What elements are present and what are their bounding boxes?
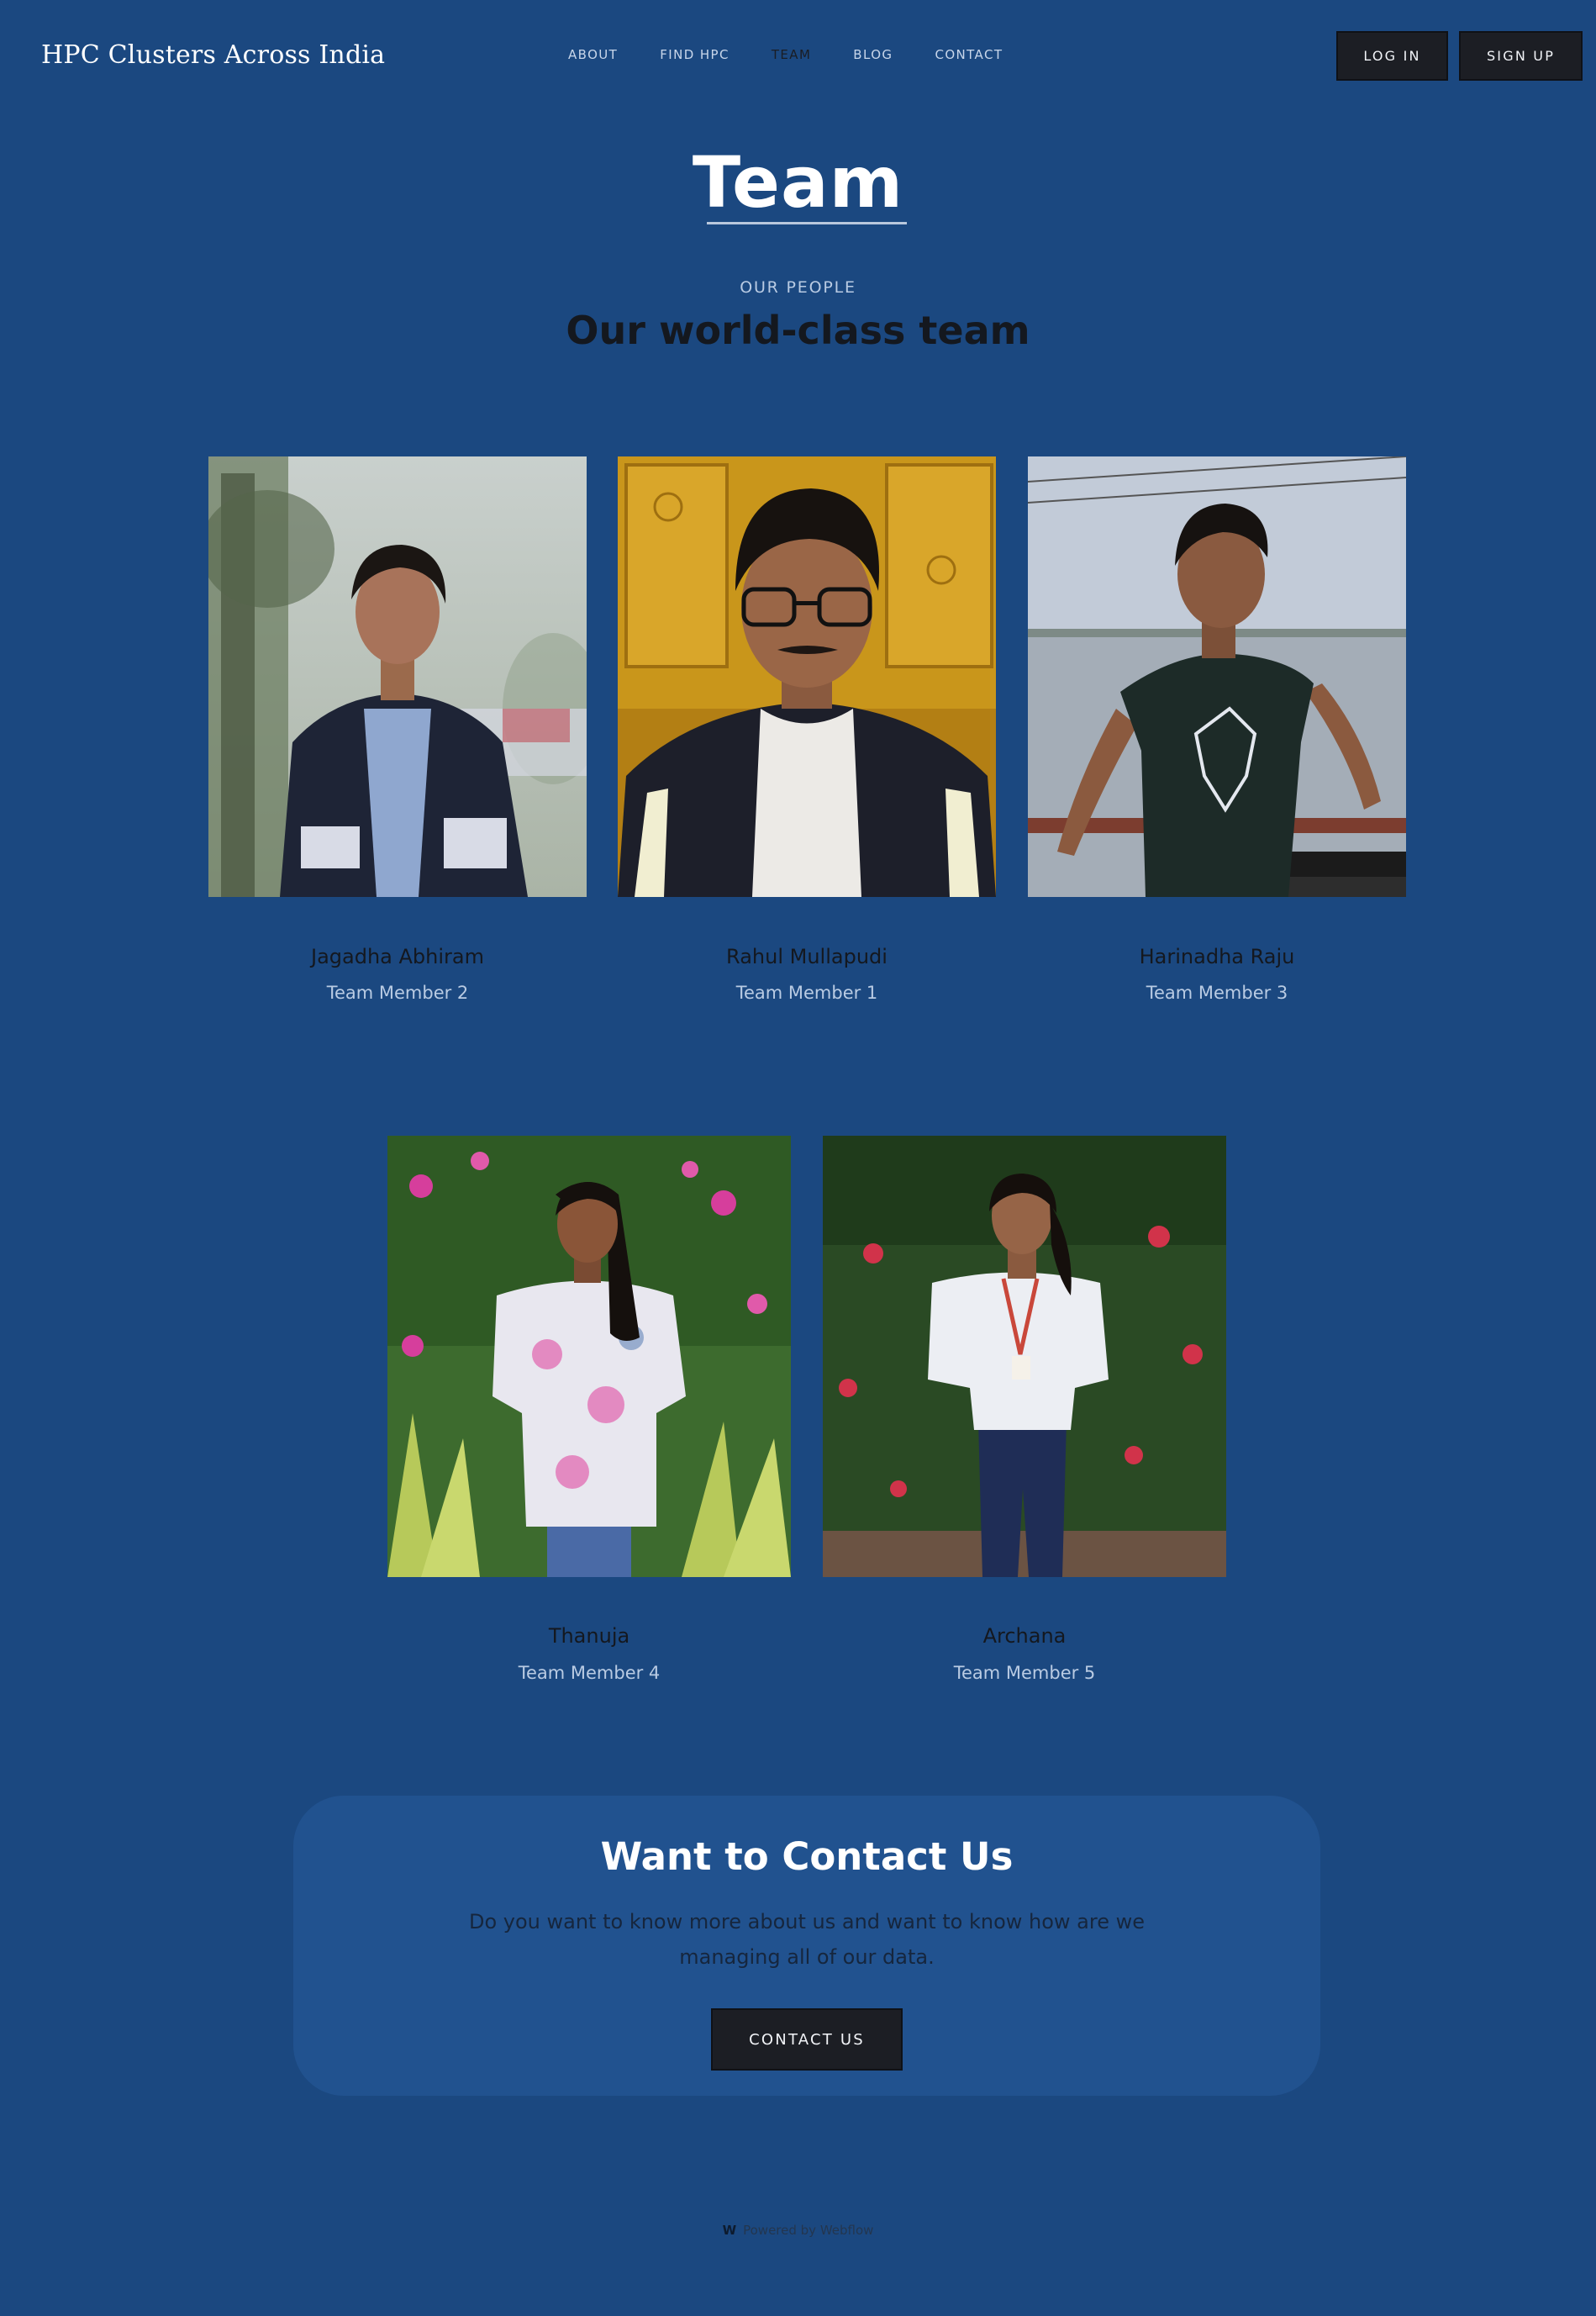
- team-member-name: Harinadha Raju: [1139, 945, 1295, 968]
- signup-button[interactable]: SIGN UP: [1459, 31, 1583, 81]
- team-member-name: Jagadha Abhiram: [311, 945, 484, 968]
- page-title: Team: [692, 141, 904, 224]
- team-member-photo: [823, 1136, 1226, 1577]
- team-member-photo: [1028, 456, 1406, 897]
- nav-link-blog[interactable]: BLOG: [853, 47, 893, 62]
- nav-link-about[interactable]: ABOUT: [568, 47, 618, 62]
- login-button[interactable]: LOG IN: [1336, 31, 1448, 81]
- contact-description: Do you want to know more about us and wa…: [468, 1910, 1146, 1969]
- team-member-role: Team Member 3: [1146, 983, 1288, 1003]
- contact-card: Want to Contact Us Do you want to know m…: [293, 1796, 1320, 2096]
- section-subtitle: Our world-class team: [566, 308, 1030, 353]
- section-eyebrow: OUR PEOPLE: [740, 278, 856, 297]
- team-member-name: Rahul Mullapudi: [726, 945, 888, 968]
- webflow-logo-icon: W: [722, 2223, 737, 2238]
- contact-title: Want to Contact Us: [600, 1834, 1014, 1879]
- main-nav: ABOUT FIND HPC TEAM BLOG CONTACT: [568, 47, 1045, 62]
- nav-link-find-hpc[interactable]: FIND HPC: [660, 47, 730, 62]
- team-member-role: Team Member 5: [953, 1663, 1096, 1683]
- team-member-role: Team Member 1: [735, 983, 878, 1003]
- contact-us-button[interactable]: CONTACT US: [711, 2008, 903, 2071]
- team-member-name: Archana: [982, 1624, 1067, 1648]
- team-member-role: Team Member 4: [518, 1663, 661, 1683]
- powered-by-badge[interactable]: W Powered by Webflow: [0, 2223, 1596, 2238]
- nav-link-contact[interactable]: CONTACT: [935, 47, 1003, 62]
- team-member-photo: [387, 1136, 791, 1577]
- team-member-photo: [618, 456, 996, 897]
- title-underline: [707, 222, 907, 224]
- powered-by-text: Powered by Webflow: [743, 2223, 874, 2238]
- team-member-photo: [208, 456, 587, 897]
- team-member-role: Team Member 2: [326, 983, 469, 1003]
- nav-link-team[interactable]: TEAM: [772, 47, 811, 62]
- team-member-name: Thanuja: [548, 1624, 630, 1648]
- site-header: HPC Clusters Across India ABOUT FIND HPC…: [0, 0, 1596, 111]
- brand-logo[interactable]: HPC Clusters Across India: [41, 40, 385, 70]
